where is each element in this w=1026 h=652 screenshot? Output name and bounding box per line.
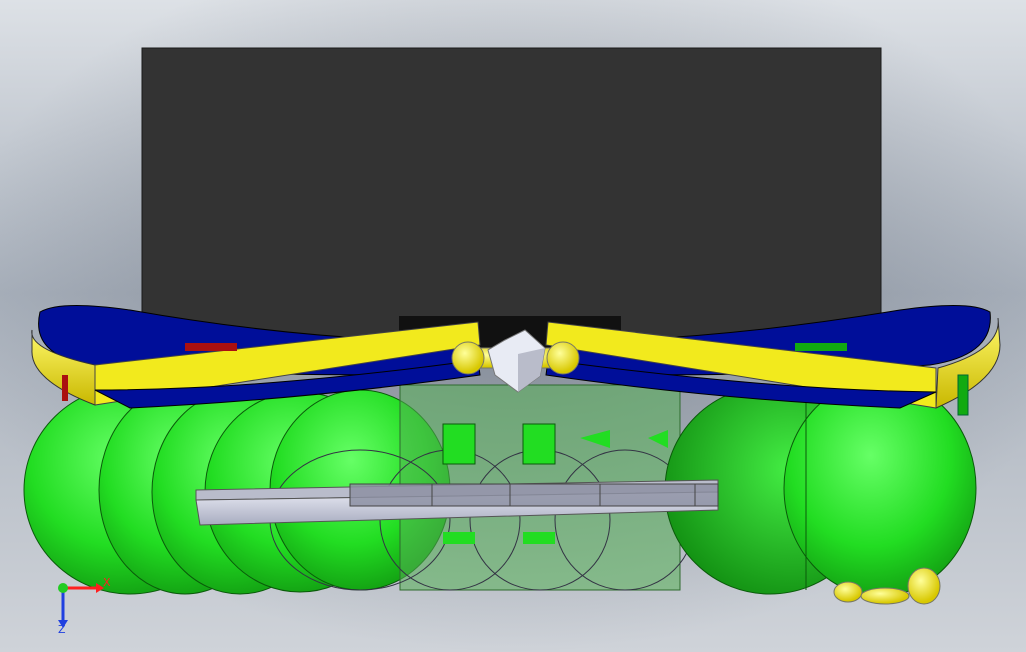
backing-plate[interactable]	[141, 47, 882, 349]
triad-z-label: Z	[58, 623, 66, 636]
foot	[907, 567, 941, 605]
core-window-lower	[523, 532, 555, 544]
core-window	[442, 423, 476, 465]
core-window-lower	[443, 532, 475, 544]
deck-right-block	[349, 483, 719, 507]
hinge-ball-right	[546, 341, 580, 375]
foot	[833, 581, 863, 603]
graphics-viewport[interactable]: X Z	[0, 0, 1026, 652]
right-wing-bracket-side	[957, 374, 969, 416]
body-sphere[interactable]	[783, 379, 977, 597]
triad-x-label: X	[103, 576, 111, 589]
foot	[860, 587, 910, 605]
left-wing-bracket	[185, 343, 237, 351]
hinge-ball-left	[451, 341, 485, 375]
left-wing-bracket-side	[62, 375, 68, 401]
model-canvas[interactable]: X Z	[0, 0, 1026, 652]
triad-origin	[58, 583, 68, 593]
right-wing-bracket	[795, 343, 847, 351]
core-window	[522, 423, 556, 465]
